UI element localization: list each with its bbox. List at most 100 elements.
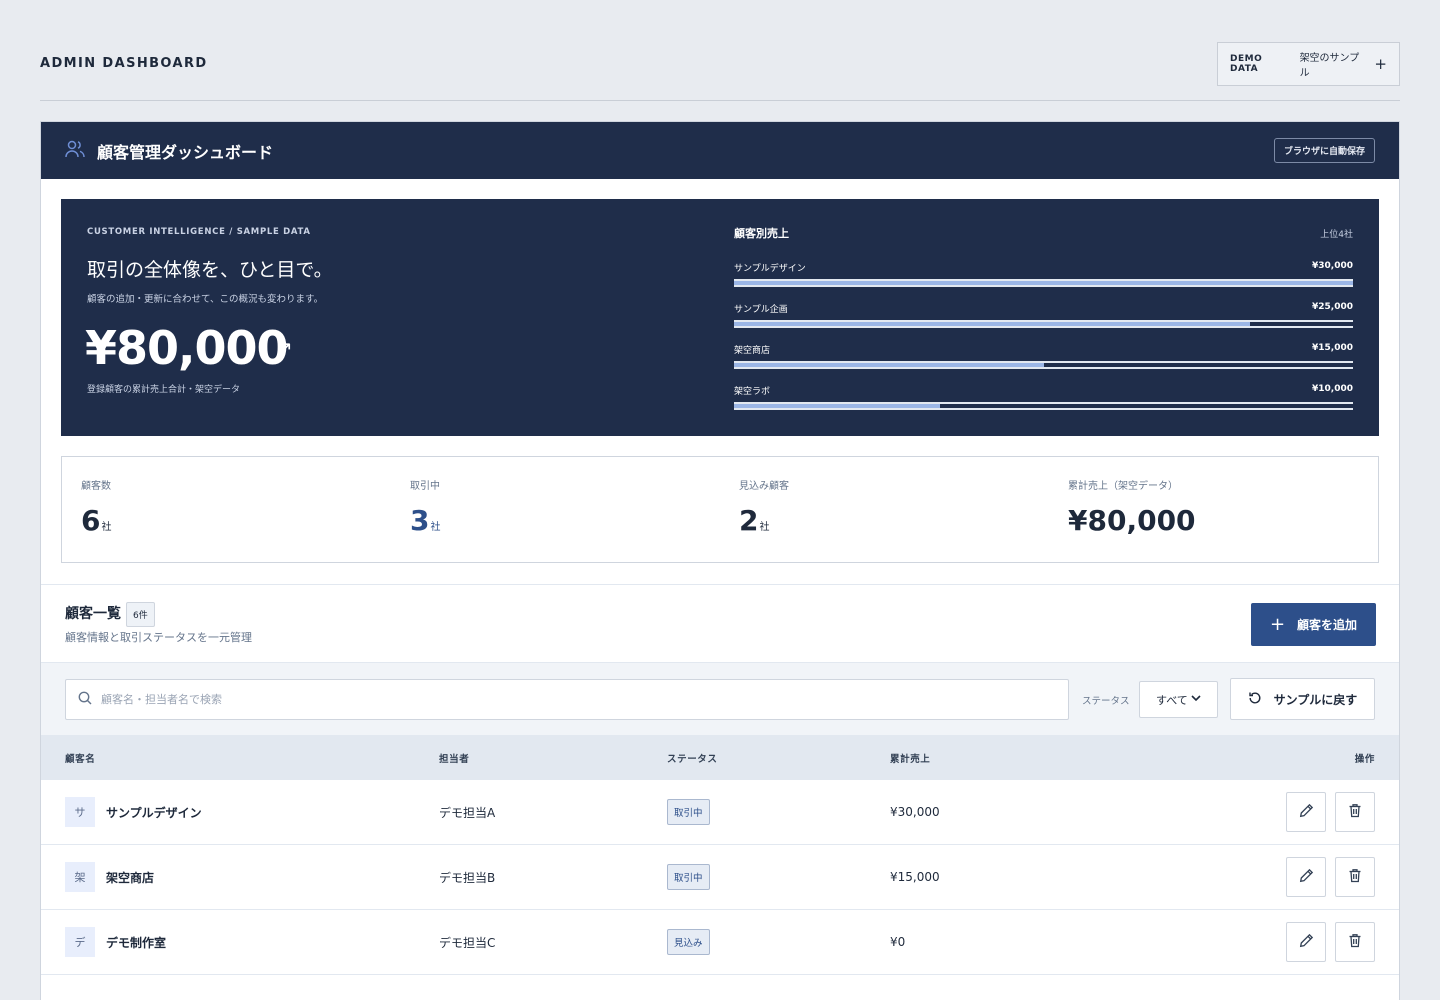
- delete-button[interactable]: [1335, 857, 1375, 897]
- delete-button[interactable]: [1335, 792, 1375, 832]
- users-icon: [65, 140, 85, 162]
- revenue-title: 顧客別売上: [734, 227, 789, 240]
- cell-actions: [1190, 792, 1399, 832]
- revenue-value: ¥15,000: [1312, 343, 1353, 353]
- app-title: ADMIN DASHBOARD: [40, 56, 208, 71]
- table-row[interactable]: ササンプルデザイン デモ担当A 取引中 ¥30,000: [41, 780, 1399, 845]
- chevron-down-icon: [1191, 694, 1201, 705]
- stat-value: ¥80,000: [1068, 504, 1196, 537]
- hero-eyebrow: CUSTOMER INTELLIGENCE / SAMPLE DATA: [87, 227, 311, 237]
- trash-icon: [1348, 868, 1362, 886]
- list-count-badge: 6件: [126, 602, 155, 627]
- pencil-icon: [1299, 868, 1314, 886]
- cell-owner: デモ担当B: [439, 870, 496, 885]
- cell-owner: デモ担当C: [439, 935, 496, 950]
- revenue-customer-name: サンプル企画: [734, 305, 788, 315]
- arrow-up-right-icon: ↗: [276, 336, 293, 360]
- status-badge: 見込み: [667, 929, 710, 955]
- col-sales: 累計売上: [890, 753, 931, 765]
- pencil-icon: [1299, 803, 1314, 821]
- list-subtitle: 顧客情報と取引ステータスを一元管理: [65, 631, 252, 644]
- top-bar: ADMIN DASHBOARD DEMO DATA 架空のサンプル +: [40, 42, 1400, 101]
- stats-row: 顧客数 6社 取引中 3社 見込み顧客 2社 累計売上（架空データ） ¥80,0…: [61, 456, 1379, 563]
- stat-value: 6社: [81, 504, 112, 537]
- cell-status: 取引中: [667, 799, 890, 825]
- stat-total-sales: 累計売上（架空データ） ¥80,000: [1049, 457, 1378, 562]
- stat-label: 取引中: [410, 481, 440, 492]
- card-header: 顧客管理ダッシュボード ブラウザに自動保存: [41, 122, 1399, 179]
- revenue-value: ¥10,000: [1312, 384, 1353, 394]
- hero-note: 登録顧客の累計売上合計・架空データ: [87, 385, 241, 395]
- stat-label: 累計売上（架空データ）: [1068, 481, 1178, 492]
- customer-list-header: 顧客一覧 6件 顧客情報と取引ステータスを一元管理 + 顧客を追加: [41, 584, 1399, 662]
- col-actions: 操作: [1354, 753, 1375, 765]
- table-header: 顧客名 担当者 ステータス 累計売上 操作: [41, 735, 1399, 780]
- cell-sales: ¥15,000: [890, 870, 940, 884]
- stat-value: 3社: [410, 504, 441, 537]
- trash-icon: [1348, 933, 1362, 951]
- avatar: 架: [65, 862, 95, 892]
- revenue-customer-name: サンプルデザイン: [734, 264, 806, 274]
- autosave-badge: ブラウザに自動保存: [1273, 138, 1375, 163]
- customer-name: デモ制作室: [106, 935, 167, 950]
- demo-data-label: DEMO DATA: [1230, 54, 1263, 74]
- revenue-bar-track: [734, 320, 1353, 328]
- demo-data-value: 架空のサンプル: [1299, 53, 1360, 79]
- cell-name: 架架空商店: [41, 862, 439, 892]
- revenue-bar-track: [734, 361, 1353, 369]
- revenue-bar-fill: [734, 281, 1353, 285]
- dashboard-card: 顧客管理ダッシュボード ブラウザに自動保存 CUSTOMER INTELLIGE…: [40, 121, 1400, 1000]
- edit-button[interactable]: [1286, 857, 1326, 897]
- demo-data-chip[interactable]: DEMO DATA 架空のサンプル +: [1217, 42, 1400, 86]
- search-box[interactable]: [65, 679, 1069, 720]
- stat-value: 2社: [739, 504, 770, 537]
- revenue-value: ¥25,000: [1312, 302, 1353, 312]
- cell-name: デデモ制作室: [41, 927, 439, 957]
- revenue-bar-fill: [734, 404, 941, 408]
- edit-button[interactable]: [1286, 792, 1326, 832]
- filter-bar: ステータス すべて サンプルに戻す: [41, 662, 1399, 735]
- status-select[interactable]: すべて: [1139, 681, 1218, 718]
- search-input[interactable]: [101, 693, 1001, 706]
- avatar: サ: [65, 797, 95, 827]
- revenue-bar-row: サンプルデザイン ¥30,000: [734, 253, 1353, 294]
- col-owner: 担当者: [439, 753, 470, 765]
- reset-sample-button[interactable]: サンプルに戻す: [1230, 678, 1375, 720]
- revenue-bar-row: 架空商店 ¥15,000: [734, 335, 1353, 376]
- revenue-customer-name: 架空商店: [734, 346, 771, 356]
- hero-total: ¥80,000: [85, 321, 289, 375]
- revenue-note: 上位4社: [1320, 230, 1353, 240]
- cell-status: 見込み: [667, 929, 890, 955]
- stat-prospects: 見込み顧客 2社: [720, 457, 1049, 562]
- revenue-bar-row: 架空ラボ ¥10,000: [734, 376, 1353, 417]
- customer-name: 架空商店: [106, 870, 155, 885]
- revenue-bar-fill: [734, 322, 1250, 326]
- revenue-value: ¥30,000: [1312, 261, 1353, 271]
- add-customer-button[interactable]: + 顧客を追加: [1251, 603, 1376, 646]
- plus-icon: +: [1374, 55, 1387, 73]
- cell-actions: [1190, 922, 1399, 962]
- list-title: 顧客一覧: [65, 606, 121, 622]
- status-badge: 取引中: [667, 799, 710, 825]
- revenue-bar-row: サンプル企画 ¥25,000: [734, 294, 1353, 335]
- cell-status: 取引中: [667, 864, 890, 890]
- revenue-bar-track: [734, 402, 1353, 410]
- revenue-by-customer: 顧客別売上 上位4社 サンプルデザイン ¥30,000 サンプル企画 ¥25,000 架…: [734, 225, 1353, 417]
- delete-button[interactable]: [1335, 922, 1375, 962]
- status-filter-label: ステータス: [1082, 696, 1130, 707]
- edit-button[interactable]: [1286, 922, 1326, 962]
- status-badge: 取引中: [667, 864, 710, 890]
- trash-icon: [1348, 803, 1362, 821]
- cell-name: ササンプルデザイン: [41, 797, 439, 827]
- cell-actions: [1190, 857, 1399, 897]
- cell-sales: ¥30,000: [890, 805, 940, 819]
- pencil-icon: [1299, 933, 1314, 951]
- table-row[interactable]: 架架空商店 デモ担当B 取引中 ¥15,000: [41, 845, 1399, 910]
- stat-label: 顧客数: [81, 481, 111, 492]
- plus-icon: +: [1269, 614, 1286, 635]
- table-row[interactable]: デデモ制作室 デモ担当C 見込み ¥0: [41, 910, 1399, 975]
- hero-headline: 取引の全体像を、ひと目で。: [87, 259, 333, 281]
- customer-name: サンプルデザイン: [106, 805, 202, 820]
- customer-table: 顧客名 担当者 ステータス 累計売上 操作 ササンプルデザイン デモ担当A 取引中 ¥…: [41, 735, 1399, 975]
- col-name: 顧客名: [65, 753, 96, 765]
